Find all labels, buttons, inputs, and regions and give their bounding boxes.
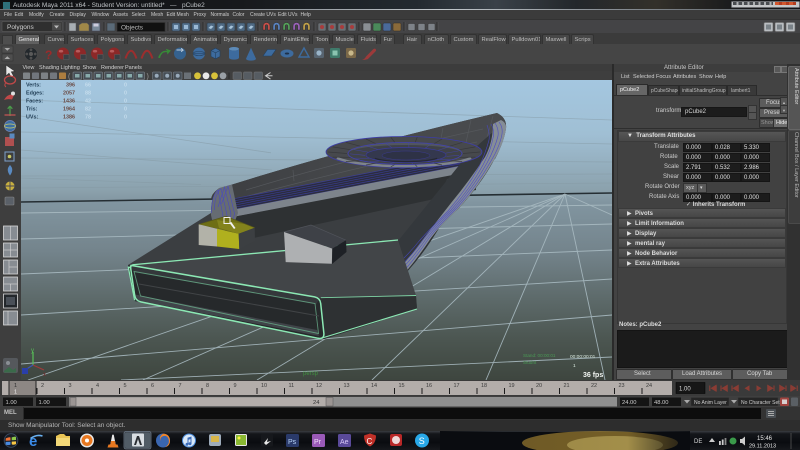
svg-text:82: 82 (85, 107, 91, 113)
svg-text:13: 13 (344, 383, 350, 389)
svg-text:Edges:: Edges: (26, 91, 44, 97)
svg-text:Verts:: Verts: (26, 83, 41, 89)
svg-text:UVs:: UVs: (26, 115, 38, 121)
svg-text:0: 0 (124, 115, 127, 121)
svg-text:0: 0 (124, 107, 127, 113)
svg-text:No Character Set: No Character Set (741, 400, 780, 406)
svg-text:1964: 1964 (63, 107, 75, 113)
svg-text:Tris:: Tris: (26, 107, 38, 113)
svg-text:0: 0 (124, 99, 127, 105)
svg-text:1.00: 1.00 (679, 387, 691, 393)
svg-text:5: 5 (124, 383, 127, 389)
svg-text:1436: 1436 (63, 99, 75, 105)
svg-text:17: 17 (454, 383, 460, 389)
svg-text:20: 20 (536, 383, 542, 389)
svg-text:C: C (367, 437, 373, 446)
svg-text:16: 16 (426, 383, 432, 389)
svg-text:66: 66 (85, 83, 91, 89)
svg-text:48.00: 48.00 (654, 400, 669, 406)
svg-text:Stand: 00:00:01: Stand: 00:00:01 (523, 353, 556, 358)
svg-text:2: 2 (41, 383, 44, 389)
svg-text:88: 88 (85, 91, 91, 97)
svg-text:y: y (31, 348, 34, 354)
svg-text:?: ? (45, 48, 52, 62)
svg-text:12: 12 (316, 383, 322, 389)
svg-text:Faces:: Faces: (26, 99, 43, 105)
svg-text:DE: DE (694, 439, 702, 445)
svg-text:00:00:00:01: 00:00:00:01 (570, 354, 596, 360)
svg-text:Ps: Ps (288, 439, 297, 446)
svg-text:Polygons: Polygons (7, 24, 34, 31)
svg-text:29.11.2013: 29.11.2013 (749, 444, 776, 450)
svg-text:Studnt: Studnt (523, 360, 537, 365)
svg-text:8: 8 (206, 383, 209, 389)
svg-text:7: 7 (179, 383, 182, 389)
svg-text:1: 1 (14, 390, 17, 396)
svg-text:1: 1 (573, 363, 576, 369)
svg-text:19: 19 (509, 383, 515, 389)
svg-text:15: 15 (399, 383, 405, 389)
svg-text:Ae: Ae (340, 439, 349, 446)
svg-text:x: x (43, 372, 46, 378)
svg-text:22: 22 (591, 383, 597, 389)
svg-text:0: 0 (124, 83, 127, 89)
svg-text:14: 14 (371, 383, 377, 389)
svg-text:1: 1 (14, 383, 17, 389)
svg-text:24: 24 (646, 383, 652, 389)
svg-text:42: 42 (85, 99, 91, 105)
svg-text:4: 4 (96, 383, 99, 389)
svg-text:6: 6 (151, 383, 154, 389)
svg-text:No Anim Layer: No Anim Layer (694, 400, 727, 406)
svg-text:Pr: Pr (314, 439, 322, 446)
svg-text:18: 18 (481, 383, 487, 389)
svg-text:78: 78 (85, 115, 91, 121)
svg-text:396: 396 (66, 83, 75, 89)
svg-text:36 fps: 36 fps (583, 372, 603, 379)
svg-text:2057: 2057 (63, 91, 75, 97)
svg-text:persp: persp (303, 371, 319, 377)
svg-text:1.00: 1.00 (39, 400, 50, 406)
svg-text:24.00: 24.00 (622, 400, 637, 406)
svg-text:Objects: Objects (121, 25, 144, 32)
svg-text:15:46: 15:46 (757, 436, 773, 442)
svg-text:3: 3 (69, 383, 72, 389)
svg-text:1386: 1386 (63, 115, 75, 121)
svg-text:21: 21 (564, 383, 570, 389)
svg-text:9: 9 (234, 383, 237, 389)
svg-text:23: 23 (619, 383, 625, 389)
svg-text:10: 10 (261, 383, 267, 389)
svg-text:24: 24 (313, 400, 320, 406)
svg-text:S: S (419, 436, 425, 446)
svg-text:0: 0 (124, 91, 127, 97)
svg-text:11: 11 (289, 383, 295, 389)
svg-text:1.00: 1.00 (6, 400, 17, 406)
